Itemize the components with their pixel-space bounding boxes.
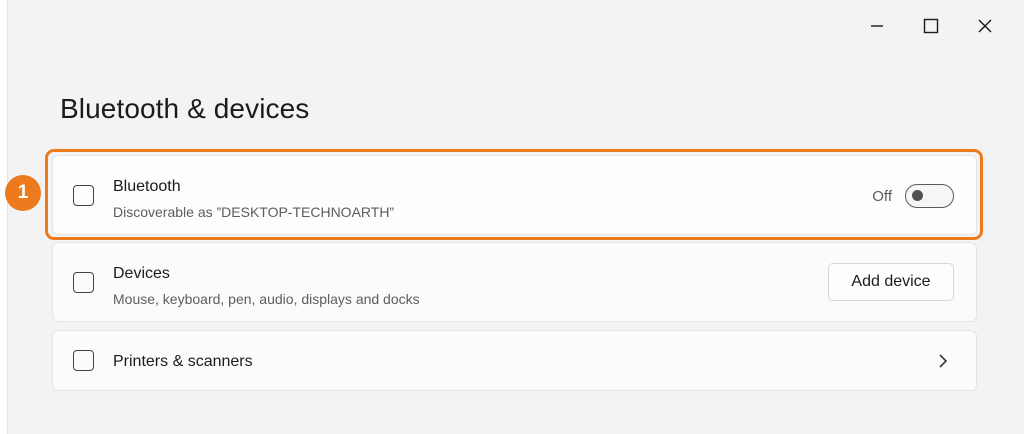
minimize-icon [871,25,883,27]
printers-text: Printers & scanners [113,352,253,372]
devices-text: Devices Mouse, keyboard, pen, audio, dis… [113,264,420,308]
devices-subtitle: Mouse, keyboard, pen, audio, displays an… [113,291,420,307]
devices-icon [73,272,94,293]
page-title: Bluetooth & devices [60,93,310,124]
chevron-right-icon [939,354,948,368]
step-badge: 1 [5,175,41,211]
minimize-button[interactable] [850,10,904,42]
printer-icon [73,350,94,371]
close-icon [978,19,992,33]
close-button[interactable] [958,10,1012,42]
highlight-box [45,149,983,240]
devices-title: Devices [113,265,170,282]
devices-card[interactable]: Devices Mouse, keyboard, pen, audio, dis… [52,242,977,322]
add-device-button[interactable]: Add device [828,263,954,301]
window-controls [850,10,1012,42]
printers-title: Printers & scanners [113,353,253,370]
maximize-button[interactable] [904,10,958,42]
maximize-icon [923,18,939,34]
printers-scanners-card[interactable]: Printers & scanners [52,330,977,391]
